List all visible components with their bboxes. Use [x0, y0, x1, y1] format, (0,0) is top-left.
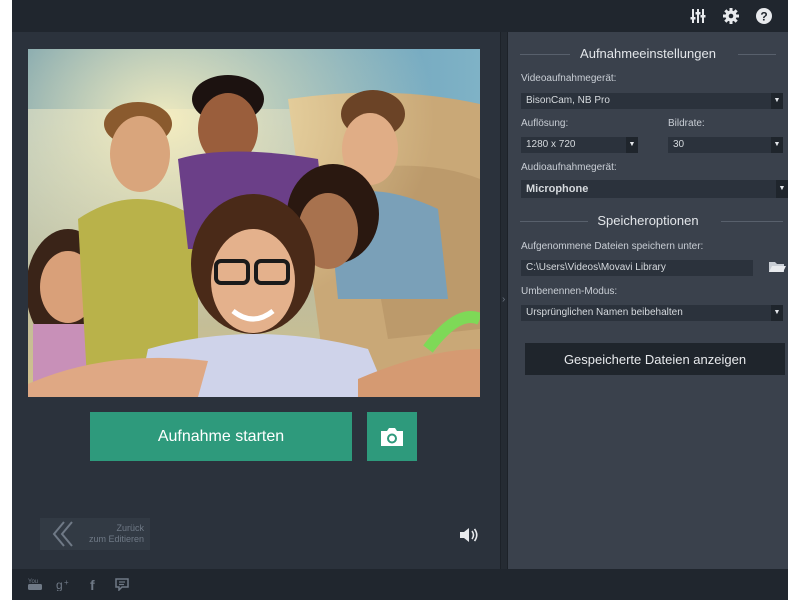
feedback-icon[interactable]: [113, 575, 131, 593]
chevron-down-icon: ▼: [771, 93, 783, 109]
double-chevron-left-icon: [52, 521, 73, 547]
chevron-down-icon: ▼: [771, 305, 783, 321]
chevron-down-icon: ▼: [771, 137, 783, 153]
svg-text:?: ?: [760, 10, 767, 24]
audio-device-label: Audioaufnahmegerät:: [521, 162, 617, 173]
back-label-line1: Zurück: [116, 523, 144, 533]
speaker-icon[interactable]: [458, 526, 480, 544]
start-recording-label: Aufnahme starten: [157, 427, 285, 445]
svg-text:f: f: [90, 577, 95, 591]
audio-device-value: Microphone: [526, 183, 589, 195]
video-device-label: Videoaufnahmegerät:: [521, 73, 617, 84]
rename-mode-value: Ursprünglichen Namen beibehalten: [526, 307, 683, 318]
show-saved-files-button[interactable]: Gespeicherte Dateien anzeigen: [525, 343, 785, 375]
equalizer-icon[interactable]: [688, 6, 708, 26]
panel-splitter[interactable]: ›: [500, 32, 508, 569]
app-window: ? Aufnahme starten Zurück zum Editieren …: [12, 0, 788, 600]
webcam-preview: [28, 49, 480, 397]
resolution-value: 1280 x 720: [526, 139, 576, 150]
storage-options-heading: Speicheroptionen: [508, 211, 788, 231]
save-to-label: Aufgenommene Dateien speichern unter:: [521, 241, 704, 252]
help-icon[interactable]: ?: [754, 6, 774, 26]
capture-panel: Aufnahme starten Zurück zum Editieren: [12, 32, 500, 569]
resolution-select[interactable]: 1280 x 720 ▼: [521, 137, 638, 153]
back-to-editing-button[interactable]: Zurück zum Editieren: [40, 518, 150, 550]
svg-text:g: g: [56, 578, 63, 591]
snapshot-button[interactable]: [367, 412, 417, 461]
splitter-grip-icon: ›: [502, 294, 506, 305]
framerate-select[interactable]: 30 ▼: [668, 137, 783, 153]
youtube-icon[interactable]: You: [26, 575, 44, 593]
resolution-label: Auflösung:: [521, 118, 569, 129]
google-plus-icon[interactable]: g +: [55, 575, 73, 593]
rename-mode-select[interactable]: Ursprünglichen Namen beibehalten ▼: [521, 305, 783, 321]
back-label-line2: zum Editieren: [88, 534, 144, 544]
rename-mode-label: Umbenennen-Modus:: [521, 286, 618, 297]
gear-icon[interactable]: [721, 6, 741, 26]
video-device-value: BisonCam, NB Pro: [526, 95, 610, 106]
video-device-select[interactable]: BisonCam, NB Pro ▼: [521, 93, 783, 109]
framerate-label: Bildrate:: [668, 118, 705, 129]
show-saved-files-label: Gespeicherte Dateien anzeigen: [563, 351, 747, 367]
settings-panel: Aufnahmeeinstellungen Videoaufnahmegerät…: [508, 32, 788, 569]
back-label: Zurück zum Editieren: [80, 523, 144, 545]
save-to-path-field[interactable]: C:\Users\Videos\Movavi Library: [521, 260, 753, 276]
start-recording-button[interactable]: Aufnahme starten: [90, 412, 352, 461]
svg-text:+: +: [64, 578, 69, 587]
recording-settings-heading: Aufnahmeeinstellungen: [508, 44, 788, 64]
chevron-down-icon: ▼: [626, 137, 638, 153]
save-to-path-value: C:\Users\Videos\Movavi Library: [526, 262, 666, 273]
facebook-icon[interactable]: f: [84, 575, 102, 593]
chevron-down-icon: ▼: [776, 180, 788, 198]
camera-icon: [381, 427, 403, 446]
top-toolbar: ?: [12, 0, 788, 32]
audio-device-select[interactable]: Microphone ▼: [521, 180, 788, 198]
folder-icon[interactable]: [767, 259, 787, 275]
framerate-value: 30: [673, 139, 685, 150]
